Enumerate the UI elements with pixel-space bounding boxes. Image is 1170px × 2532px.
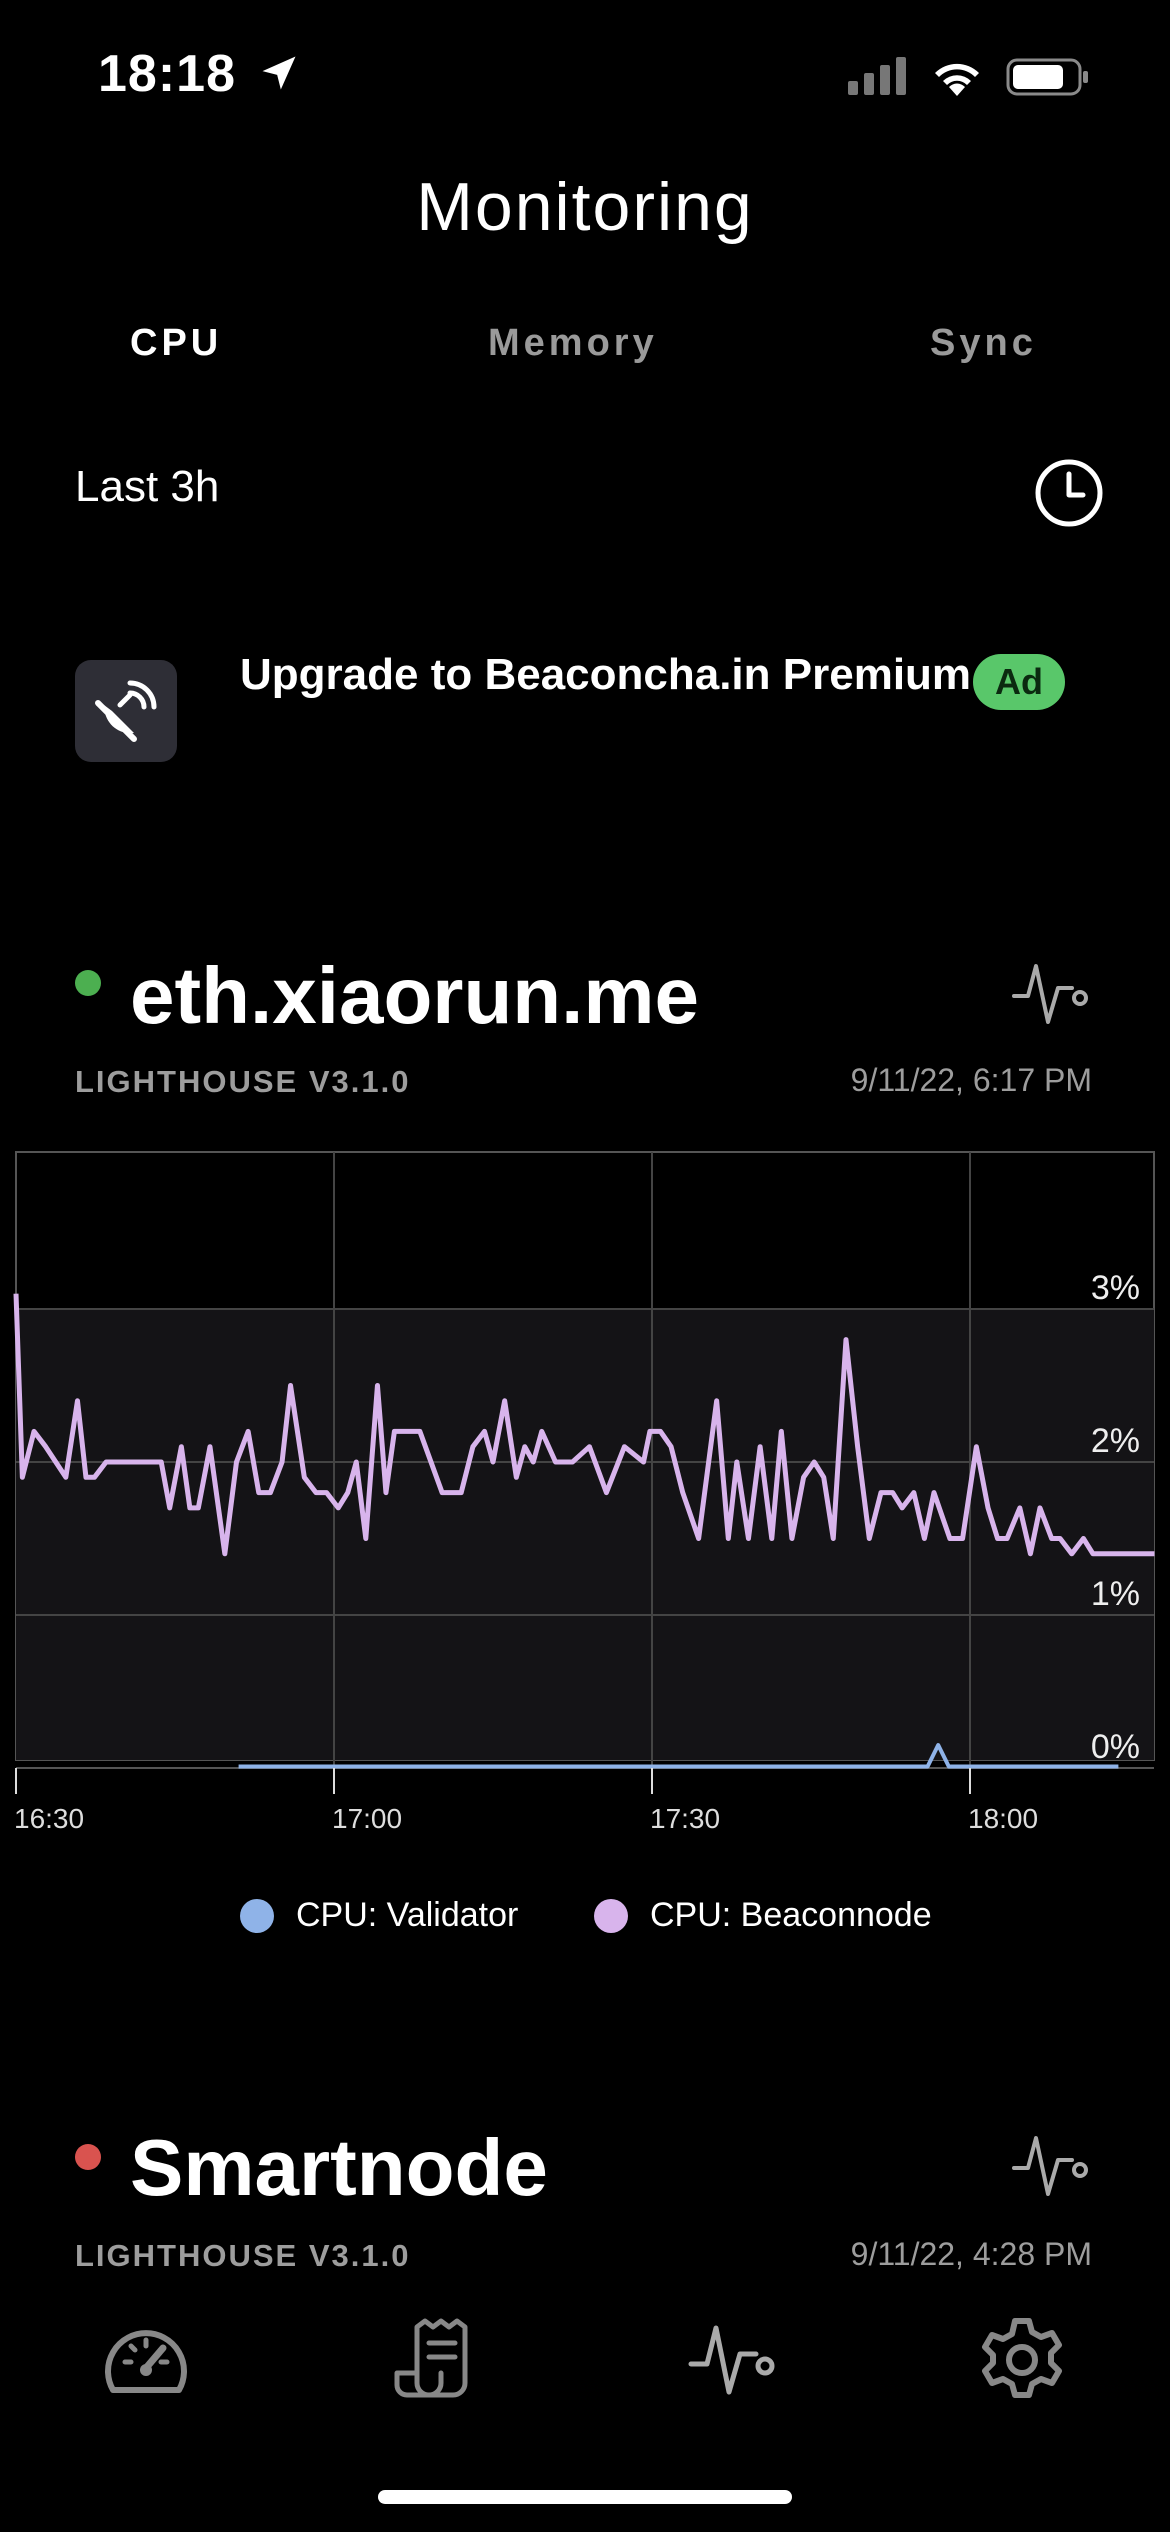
receipt-icon xyxy=(394,2318,468,2398)
pulse-icon[interactable] xyxy=(1010,2130,1090,2205)
tab-cpu[interactable]: CPU xyxy=(130,322,222,365)
cpu-chart: 0% 1% 2% 3% 16:30 17:00 17:30 18:00 xyxy=(13,1151,1155,1834)
legend-swatch-validator xyxy=(240,1898,274,1933)
clock-icon[interactable] xyxy=(1032,456,1106,530)
status-time: 18:18 xyxy=(98,44,301,104)
legend-swatch-beaconnode xyxy=(594,1898,628,1933)
nav-settings[interactable] xyxy=(972,2310,1072,2410)
legend-validator[interactable]: CPU: Validator xyxy=(240,1896,518,1935)
legend-label: CPU: Validator xyxy=(296,1896,519,1934)
pulse-icon[interactable] xyxy=(1010,958,1090,1033)
wifi-icon xyxy=(935,63,979,96)
node-client-version: LIGHTHOUSE V3.1.0 xyxy=(75,1064,411,1099)
gear-icon xyxy=(982,2318,1062,2398)
node-name: Smartnode xyxy=(130,2123,548,2212)
tab-memory[interactable]: Memory xyxy=(488,322,658,365)
x-tick-label: 17:00 xyxy=(332,1803,402,1834)
battery-icon xyxy=(1006,58,1088,96)
status-icons xyxy=(848,56,1090,98)
y-tick-label: 3% xyxy=(1091,1269,1140,1307)
tab-sync[interactable]: Sync xyxy=(930,322,1037,365)
ad-text[interactable]: Upgrade to Beaconcha.in Premium xyxy=(240,650,971,700)
x-tick-label: 16:30 xyxy=(14,1803,84,1834)
x-tick-label: 17:30 xyxy=(650,1803,720,1834)
dashboard-icon xyxy=(105,2330,187,2393)
node-timestamp: 9/11/22, 4:28 PM xyxy=(850,2236,1092,2272)
node-client-version: LIGHTHOUSE V3.1.0 xyxy=(75,2238,411,2273)
chart-bg xyxy=(16,1308,1154,1760)
nav-dashboard[interactable] xyxy=(96,2310,196,2410)
x-tick-label: 18:00 xyxy=(968,1803,1038,1834)
legend-beaconnode[interactable]: CPU: Beaconnode xyxy=(594,1896,932,1935)
y-tick-label: 0% xyxy=(1091,1728,1140,1766)
y-tick-label: 2% xyxy=(1091,1422,1140,1460)
satellite-dish-icon[interactable] xyxy=(75,660,177,762)
home-indicator xyxy=(378,2490,792,2504)
node-status-dot xyxy=(75,2144,101,2170)
legend-label: CPU: Beaconnode xyxy=(650,1896,932,1934)
node-timestamp: 9/11/22, 6:17 PM xyxy=(850,1062,1092,1098)
pulse-icon xyxy=(688,2325,775,2395)
nav-monitoring[interactable] xyxy=(682,2310,782,2410)
node-status-dot xyxy=(75,970,101,996)
page-title: Monitoring xyxy=(416,169,754,245)
y-tick-label: 1% xyxy=(1091,1575,1140,1613)
ad-badge: Ad xyxy=(973,654,1065,710)
nav-logs[interactable] xyxy=(388,2310,488,2410)
cellular-signal-icon xyxy=(848,57,906,95)
time-range-label: Last 3h xyxy=(75,462,220,511)
location-arrow-icon xyxy=(262,56,296,90)
node-name: eth.xiaorun.me xyxy=(130,951,700,1040)
